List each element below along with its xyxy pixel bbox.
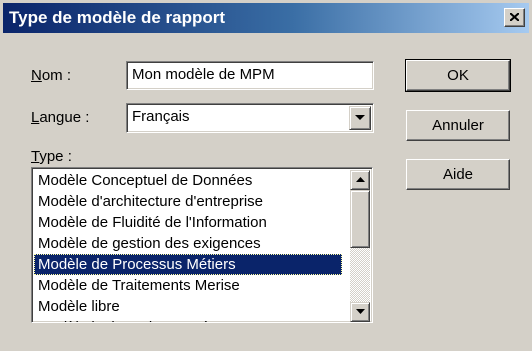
ok-button[interactable]: OK — [405, 59, 511, 92]
list-item[interactable]: Modèle libre — [34, 296, 342, 317]
type-label: Type : — [31, 148, 72, 165]
close-button[interactable] — [504, 8, 525, 27]
cancel-button[interactable]: Annuler — [406, 110, 510, 141]
type-listbox[interactable]: Modèle Conceptuel de Données Modèle d'arc… — [31, 167, 373, 323]
close-icon — [510, 13, 519, 21]
name-label: Nom : — [31, 67, 72, 84]
chevron-down-icon — [355, 115, 365, 120]
list-item[interactable]: Modèle d'architecture d'entreprise — [34, 191, 342, 212]
help-button[interactable]: Aide — [406, 159, 510, 190]
scroll-down-button[interactable] — [350, 302, 370, 322]
window-title: Type de modèle de rapport — [9, 8, 226, 27]
list-item[interactable]: Modèle de gestion des exigences — [34, 233, 342, 254]
language-label: Langue : — [31, 109, 90, 126]
chevron-down-icon — [356, 309, 365, 314]
list-item[interactable]: Modèle logique de Données — [34, 317, 342, 322]
language-select[interactable]: Français — [126, 103, 374, 133]
language-dropdown-button[interactable] — [349, 106, 371, 130]
list-item[interactable]: Modèle de Traitements Merise — [34, 275, 342, 296]
language-select-value: Français — [132, 108, 190, 125]
type-list: Modèle Conceptuel de Données Modèle d'arc… — [34, 170, 342, 322]
type-list-scrollbar[interactable] — [350, 170, 370, 322]
chevron-up-icon — [356, 177, 365, 182]
dialog: Type de modèle de rapport Nom : Mon modè… — [0, 0, 532, 351]
name-field-value: Mon modèle de MPM — [132, 66, 275, 83]
list-item[interactable]: Modèle de Fluidité de l'Information — [34, 212, 342, 233]
name-field[interactable]: Mon modèle de MPM — [126, 61, 374, 90]
scroll-thumb[interactable] — [350, 190, 370, 248]
title-bar[interactable]: Type de modèle de rapport — [3, 3, 529, 33]
list-item[interactable]: Modèle Conceptuel de Données — [34, 170, 342, 191]
list-item[interactable]: Modèle de Processus Métiers — [34, 254, 342, 275]
scroll-up-button[interactable] — [350, 170, 370, 190]
